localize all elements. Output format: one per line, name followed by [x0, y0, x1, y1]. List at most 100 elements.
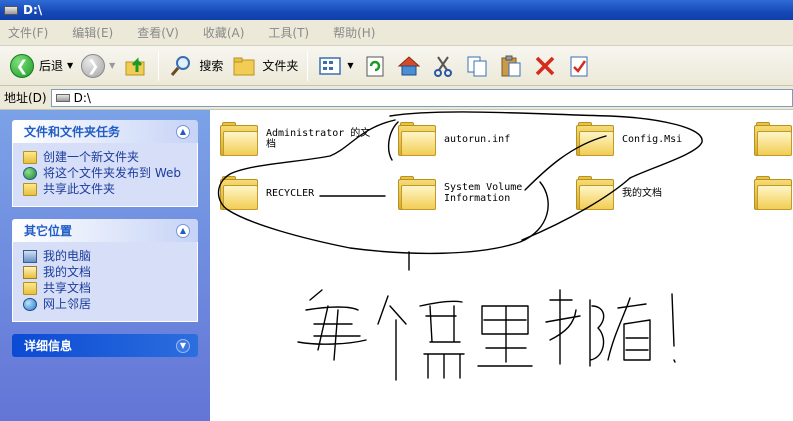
panel-header[interactable]: 文件和文件夹任务 ▲ — [12, 120, 198, 143]
place-network[interactable]: 网上邻居 — [23, 298, 189, 311]
home-icon — [396, 53, 422, 79]
folder-name: System Volume Information — [444, 182, 523, 204]
task-publish-web[interactable]: 将这个文件夹发布到 Web — [23, 167, 189, 180]
place-my-documents[interactable]: 我的文档 — [23, 266, 189, 279]
forward-dropdown-icon[interactable]: ▼ — [109, 61, 115, 70]
folders-label: 文件夹 — [262, 59, 299, 73]
folder-icon — [398, 122, 436, 156]
folder-icon — [754, 176, 792, 210]
drive-icon — [4, 5, 18, 15]
views-dropdown-icon[interactable]: ▼ — [347, 61, 353, 70]
panel-header[interactable]: 详细信息 ▼ — [12, 334, 198, 357]
folder-item[interactable]: 我的文档 — [576, 176, 662, 210]
back-button[interactable]: ❮ 后退 ▼ — [6, 50, 77, 82]
menu-favorites[interactable]: 收藏(A) — [199, 22, 249, 43]
up-button[interactable] — [119, 50, 153, 82]
chevron-up-icon[interactable]: ▲ — [176, 223, 190, 238]
folder-item[interactable]: autorun.inf — [398, 122, 510, 156]
refresh-icon — [362, 53, 388, 79]
details-panel: 详细信息 ▼ — [12, 334, 198, 357]
paste-icon — [498, 53, 524, 79]
back-dropdown-icon[interactable]: ▼ — [67, 61, 73, 70]
menu-tools[interactable]: 工具(T) — [264, 22, 313, 43]
search-label: 搜索 — [199, 59, 224, 73]
place-label: 网上邻居 — [43, 297, 92, 311]
place-label: 我的文档 — [43, 265, 92, 279]
file-folder-tasks-panel: 文件和文件夹任务 ▲ 创建一个新文件夹 将这个文件夹发布到 Web 共享此文件夹 — [12, 120, 198, 207]
publish-web-icon — [23, 167, 37, 180]
panel-body: 创建一个新文件夹 将这个文件夹发布到 Web 共享此文件夹 — [12, 143, 198, 207]
folders-icon — [231, 53, 257, 79]
forward-arrow-icon: ❯ — [81, 53, 106, 78]
back-label: 后退 — [39, 59, 64, 73]
new-folder-icon — [23, 151, 37, 164]
cut-button[interactable] — [426, 50, 460, 82]
toolbar-separator — [307, 50, 309, 81]
file-list: Administrator 的文档 autorun.inf Config.Msi… — [210, 110, 793, 421]
folder-name: RECYCLER — [266, 187, 315, 199]
task-label: 创建一个新文件夹 — [43, 150, 140, 164]
paste-button[interactable] — [494, 50, 528, 82]
copy-button[interactable] — [460, 50, 494, 82]
folder-icon — [398, 176, 436, 210]
panel-title: 文件和文件夹任务 — [24, 125, 121, 139]
task-label: 将这个文件夹发布到 Web — [43, 166, 181, 180]
other-places-panel: 其它位置 ▲ 我的电脑 我的文档 共享文档 网上邻居 — [12, 219, 198, 322]
folder-item[interactable]: Administrator 的文档 — [220, 122, 370, 156]
folder-item[interactable]: RECYCLER — [220, 176, 314, 210]
toolbar: ❮ 后退 ▼ ❯ ▼ 搜索 文件夹 ▼ — [0, 46, 793, 86]
folder-name: 我的文档 — [622, 187, 662, 199]
menu-view[interactable]: 查看(V) — [133, 22, 183, 43]
title-bar: D:\ — [0, 0, 793, 20]
delete-button[interactable] — [528, 50, 562, 82]
refresh-button[interactable] — [358, 50, 392, 82]
chevron-up-icon[interactable]: ▲ — [176, 124, 190, 139]
delete-x-icon — [532, 53, 558, 79]
home-button[interactable] — [392, 50, 426, 82]
folder-name: autorun.inf — [444, 133, 511, 145]
place-my-computer[interactable]: 我的电脑 — [23, 250, 189, 263]
panel-title: 详细信息 — [24, 339, 73, 353]
folder-item[interactable]: Config.Msi — [576, 122, 682, 156]
folder-up-icon — [123, 53, 149, 79]
window-title: D:\ — [23, 3, 43, 17]
properties-button[interactable] — [562, 50, 596, 82]
hand-drawn-annotation — [217, 111, 703, 381]
panel-header[interactable]: 其它位置 ▲ — [12, 219, 198, 242]
my-documents-icon — [23, 266, 37, 279]
menu-file[interactable]: 文件(F) — [4, 22, 52, 43]
menu-bar: 文件(F) 编辑(E) 查看(V) 收藏(A) 工具(T) 帮助(H) — [0, 20, 793, 46]
task-new-folder[interactable]: 创建一个新文件夹 — [23, 151, 189, 164]
drive-icon — [55, 93, 70, 102]
address-bar: 地址(D) D:\ — [0, 86, 793, 110]
place-label: 共享文档 — [43, 281, 92, 295]
address-value: D:\ — [73, 90, 91, 105]
panel-title: 其它位置 — [24, 224, 73, 238]
menu-help[interactable]: 帮助(H) — [329, 22, 379, 43]
folder-icon — [576, 176, 614, 210]
folder-item-partial[interactable] — [754, 176, 793, 210]
folder-item[interactable]: System Volume Information — [398, 176, 522, 210]
toolbar-separator — [158, 50, 160, 81]
share-folder-icon — [23, 183, 37, 196]
folder-item-partial[interactable] — [754, 122, 793, 156]
place-shared-documents[interactable]: 共享文档 — [23, 282, 189, 295]
address-input[interactable]: D:\ — [50, 88, 793, 107]
folder-icon — [754, 122, 792, 156]
folders-button[interactable]: 文件夹 — [227, 50, 302, 82]
folder-icon — [576, 122, 614, 156]
menu-edit[interactable]: 编辑(E) — [68, 22, 117, 43]
task-share-folder[interactable]: 共享此文件夹 — [23, 183, 189, 196]
forward-button[interactable]: ❯ ▼ — [77, 50, 119, 82]
shared-docs-icon — [23, 282, 37, 295]
search-icon — [168, 53, 194, 79]
place-label: 我的电脑 — [43, 249, 92, 263]
panel-body: 我的电脑 我的文档 共享文档 网上邻居 — [12, 242, 198, 322]
network-icon — [23, 298, 37, 311]
chevron-down-icon[interactable]: ▼ — [176, 338, 190, 353]
task-label: 共享此文件夹 — [43, 182, 116, 196]
scissors-icon — [430, 53, 456, 79]
address-label: 地址(D) — [4, 91, 47, 105]
views-button[interactable]: ▼ — [313, 50, 357, 82]
search-button[interactable]: 搜索 — [164, 50, 227, 82]
